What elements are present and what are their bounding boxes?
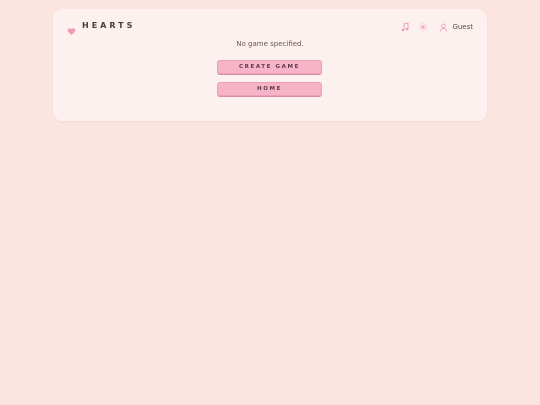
user-menu[interactable]: Guest	[437, 21, 473, 33]
user-icon	[437, 21, 449, 33]
heart-icon	[67, 21, 76, 36]
app-title: HEARTS	[82, 21, 136, 30]
header-actions: Guest	[399, 21, 473, 33]
brand[interactable]: HEARTS	[67, 21, 136, 36]
status-message: No game specified.	[236, 40, 304, 48]
music-note-icon[interactable]	[399, 21, 411, 33]
home-button[interactable]: HOME	[217, 82, 322, 96]
main-card: HEARTS Guest No game specified. CREATE G…	[53, 9, 487, 121]
create-game-button[interactable]: CREATE GAME	[217, 60, 322, 74]
user-name: Guest	[452, 23, 473, 31]
sun-icon[interactable]	[417, 21, 429, 33]
